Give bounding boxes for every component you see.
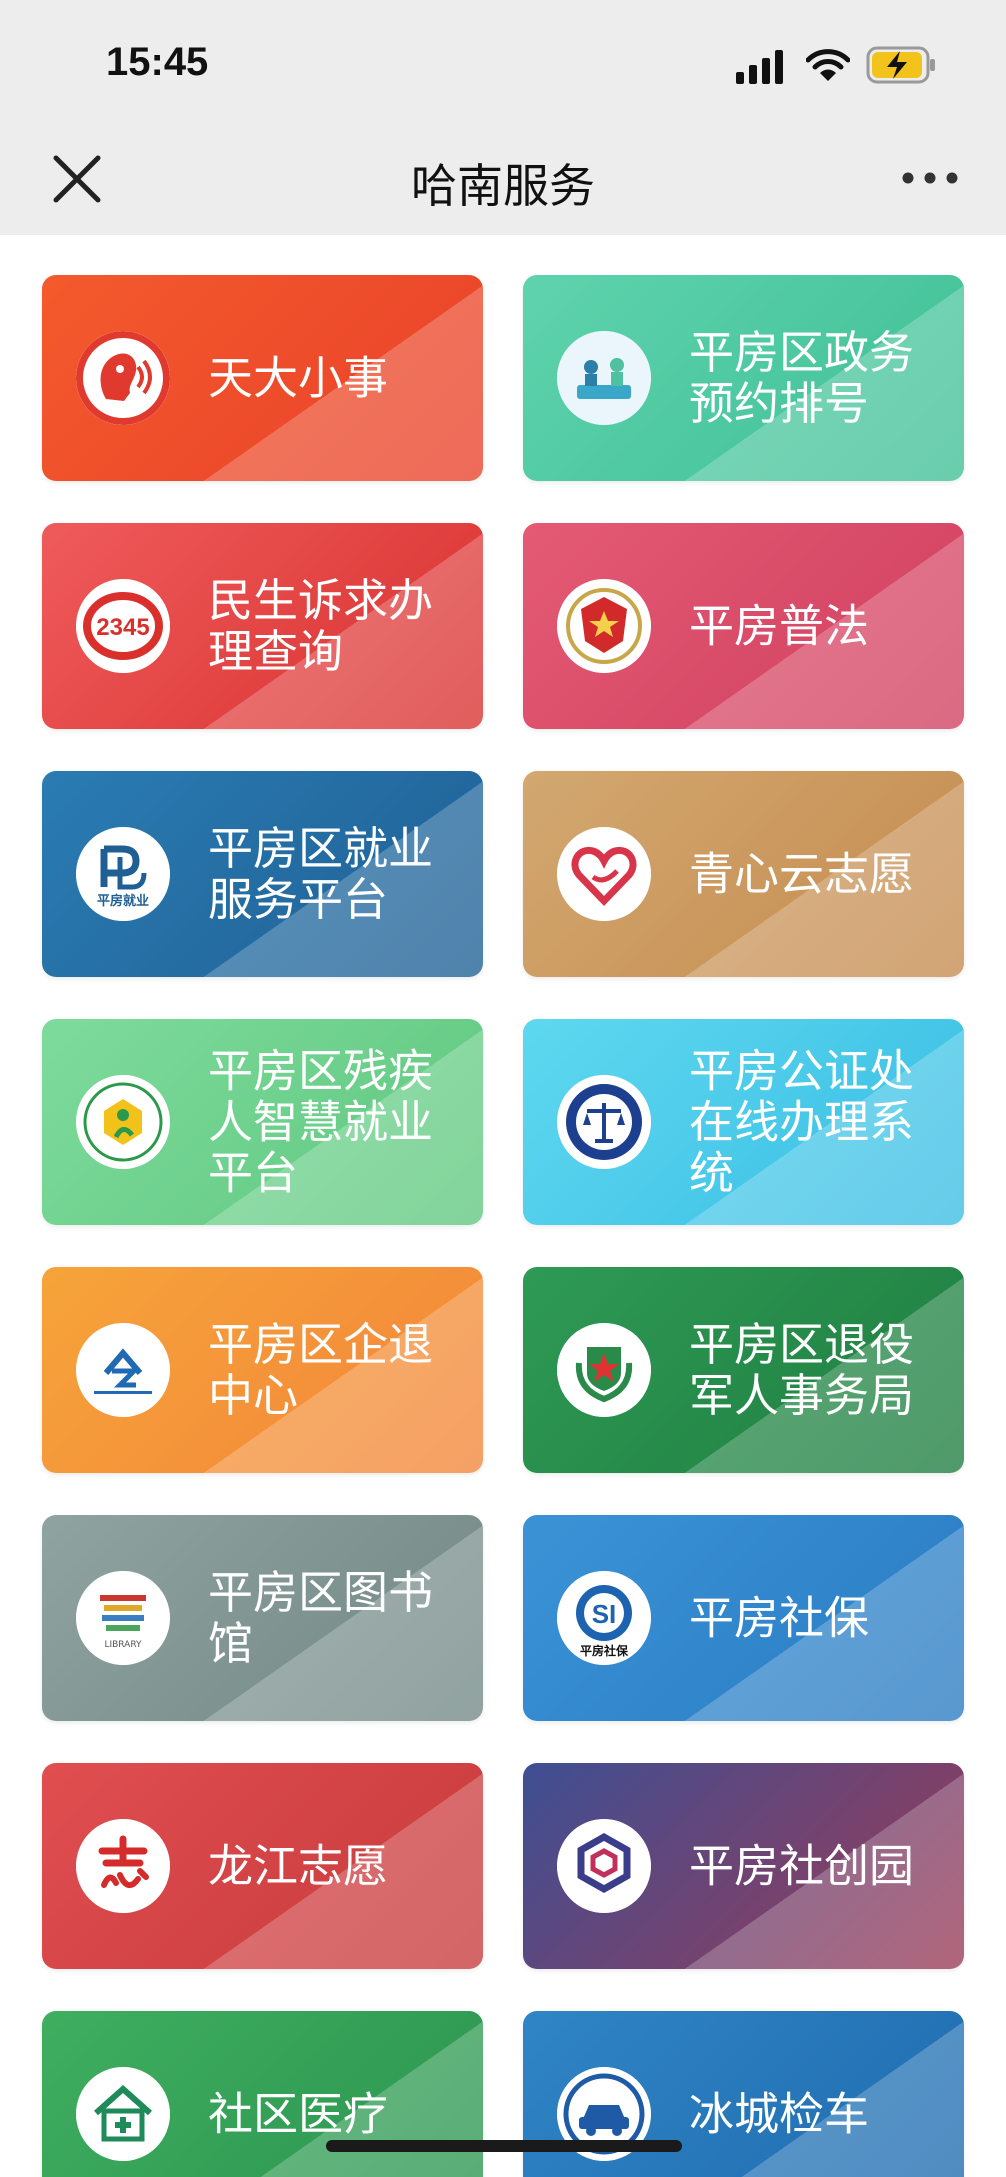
hotline-12345-icon: 2345 <box>76 579 170 673</box>
retirement-center-icon <box>76 1323 170 1417</box>
service-card[interactable]: 平房区残疾人智慧就业平台 <box>42 1019 483 1225</box>
svg-text:LIBRARY: LIBRARY <box>104 1640 142 1650</box>
home-indicator[interactable] <box>326 2140 682 2152</box>
service-card-label: 青心云志愿 <box>689 847 915 901</box>
navigation-bar: 哈南服务 <box>0 120 1006 235</box>
hexagon-logo-icon <box>557 1819 651 1913</box>
svg-text:2345: 2345 <box>96 614 149 641</box>
service-card[interactable]: 青心云志愿 <box>523 771 964 977</box>
service-card[interactable]: 平房区企退中心 <box>42 1267 483 1473</box>
service-card[interactable]: 平房就业 平房区就业服务平台 <box>42 771 483 977</box>
svg-text:平房就业: 平房就业 <box>97 893 149 909</box>
notary-scales-icon <box>557 1075 651 1169</box>
community-medical-icon <box>76 2067 170 2161</box>
service-card[interactable]: 平房公证处在线办理系统 <box>523 1019 964 1225</box>
wifi-icon <box>806 49 850 81</box>
page-title: 哈南服务 <box>411 159 595 213</box>
volunteer-zhi-icon <box>76 1819 170 1913</box>
service-card[interactable]: 2345 民生诉求办理查询 <box>42 523 483 729</box>
service-grid: 天大小事 平房区政务预约排号 2345 民生诉求办理查询 平房普法平房就业 平房区就业服务… <box>0 235 1006 2177</box>
service-card[interactable]: 平房普法 <box>523 523 964 729</box>
status-bar: 15:45 <box>0 0 1006 120</box>
police-emblem-icon <box>557 579 651 673</box>
service-card-label: 平房区退役军人事务局 <box>689 1318 915 1422</box>
service-card[interactable]: 冰城检车 <box>523 2011 964 2177</box>
status-time: 15:45 <box>106 40 209 84</box>
service-card-label: 平房普法 <box>689 599 870 653</box>
heart-hand-icon <box>557 827 651 921</box>
employment-logo-icon: 平房就业 <box>76 827 170 921</box>
service-card-label: 平房区企退中心 <box>208 1318 434 1422</box>
disabled-federation-icon <box>76 1075 170 1169</box>
service-card-label: 平房社保 <box>689 1591 870 1645</box>
veterans-star-icon <box>557 1323 651 1417</box>
service-card[interactable]: 平房社创园 <box>523 1763 964 1969</box>
service-card[interactable]: LIBRARY 平房区图书馆 <box>42 1515 483 1721</box>
service-card[interactable]: 天大小事 <box>42 275 483 481</box>
service-card-label: 社区医疗 <box>208 2087 389 2141</box>
service-card[interactable]: 平房区退役军人事务局 <box>523 1267 964 1473</box>
service-card[interactable]: 平房区政务预约排号 <box>523 275 964 481</box>
svg-text:SI: SI <box>592 1599 617 1629</box>
service-card-label: 民生诉求办理查询 <box>208 574 434 678</box>
service-card-label: 平房公证处在线办理系统 <box>689 1044 915 1200</box>
service-card-label: 平房区政务预约排号 <box>689 326 915 430</box>
service-card[interactable]: 龙江志愿 <box>42 1763 483 1969</box>
battery-charging-icon <box>866 46 935 84</box>
service-card-label: 平房区残疾人智慧就业平台 <box>208 1044 434 1200</box>
service-card-label: 平房区图书馆 <box>208 1566 434 1670</box>
social-security-icon: SI 平房社保 <box>557 1571 651 1665</box>
speech-head-icon <box>76 331 170 425</box>
service-card-label: 天大小事 <box>208 351 389 405</box>
service-card-label: 平房区就业服务平台 <box>208 822 434 926</box>
service-card[interactable]: SI 平房社保 平房社保 <box>523 1515 964 1721</box>
cellular-signal-icon <box>736 50 783 84</box>
library-logo-icon: LIBRARY <box>76 1571 170 1665</box>
svg-text:平房社保: 平房社保 <box>580 1643 629 1658</box>
service-card[interactable]: 社区医疗 <box>42 2011 483 2177</box>
service-card-label: 平房社创园 <box>689 1839 915 1893</box>
service-card-label: 龙江志愿 <box>208 1839 389 1893</box>
more-options-icon[interactable] <box>900 166 960 190</box>
government-service-icon <box>557 331 651 425</box>
service-card-label: 冰城检车 <box>689 2087 870 2141</box>
